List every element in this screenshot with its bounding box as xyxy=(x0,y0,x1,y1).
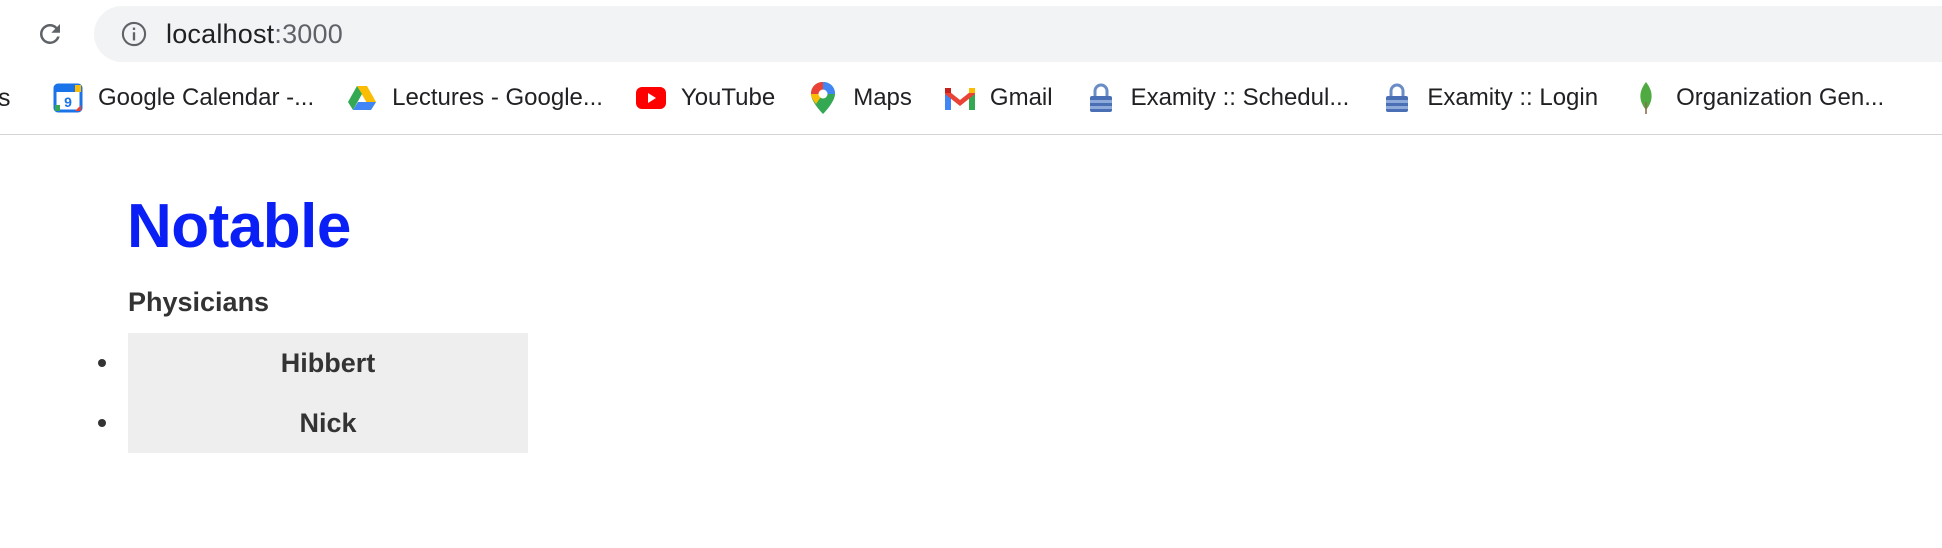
bookmark-label: Organization Gen... xyxy=(1676,84,1885,111)
bookmark-label: Examity :: Login xyxy=(1427,84,1599,111)
bookmark-label: Lectures - Google... xyxy=(392,84,603,111)
address-bar[interactable]: localhost:3000 xyxy=(94,6,1942,62)
bookmark-label: Gmail xyxy=(989,84,1053,111)
bookmark-label: YouTube xyxy=(680,84,776,111)
google-drive-icon xyxy=(346,82,378,114)
bookmark-examity-schedule[interactable]: Examity :: Schedul... xyxy=(1075,76,1360,120)
physicians-heading: Physicians xyxy=(128,287,270,317)
url-text: localhost:3000 xyxy=(166,19,343,50)
reload-button[interactable] xyxy=(30,14,70,54)
svg-text:9: 9 xyxy=(64,94,72,110)
bookmark-label: Google Calendar -... xyxy=(98,84,315,111)
mongodb-leaf-icon xyxy=(1630,82,1662,114)
url-host: localhost xyxy=(166,18,275,49)
bookmark-google-calendar[interactable]: 9 Google Calendar -... xyxy=(42,76,324,120)
lock-icon xyxy=(1381,82,1413,114)
lock-icon xyxy=(1085,82,1117,114)
bookmark-youtube[interactable]: YouTube xyxy=(625,76,785,120)
physician-list: Hibbert Nick xyxy=(98,333,528,453)
bookmark-label: Maps xyxy=(853,84,912,111)
bookmark-lectures-drive[interactable]: Lectures - Google... xyxy=(336,76,613,120)
gmail-icon xyxy=(944,82,976,114)
physician-name: Nick xyxy=(299,407,357,438)
bookmark-clipped[interactable]: s xyxy=(0,84,12,113)
url-port: :3000 xyxy=(274,18,343,49)
reload-icon xyxy=(40,23,60,44)
bookmark-examity-login[interactable]: Examity :: Login xyxy=(1371,76,1608,120)
youtube-icon xyxy=(635,82,667,114)
list-bullet xyxy=(98,419,106,427)
bookmark-organization-gen[interactable]: Organization Gen... xyxy=(1620,76,1894,120)
browser-chrome: localhost:3000 s 9 Google Calendar -... xyxy=(0,0,1942,135)
bookmark-maps[interactable]: Maps xyxy=(797,76,922,120)
google-calendar-icon: 9 xyxy=(52,82,84,114)
bookmark-label: Examity :: Schedul... xyxy=(1130,84,1350,111)
physician-item-hibbert[interactable]: Hibbert xyxy=(98,333,528,393)
page-title: Notable xyxy=(127,192,351,261)
bookmarks-bar: s 9 Google Calendar -... Lectures - Goog… xyxy=(0,74,1942,122)
list-bullet xyxy=(98,359,106,367)
physician-name: Hibbert xyxy=(280,347,376,378)
google-maps-icon xyxy=(807,82,839,114)
site-info-icon[interactable] xyxy=(112,12,156,56)
bookmark-gmail[interactable]: Gmail xyxy=(934,76,1063,120)
physician-item-nick[interactable]: Nick xyxy=(98,393,528,453)
